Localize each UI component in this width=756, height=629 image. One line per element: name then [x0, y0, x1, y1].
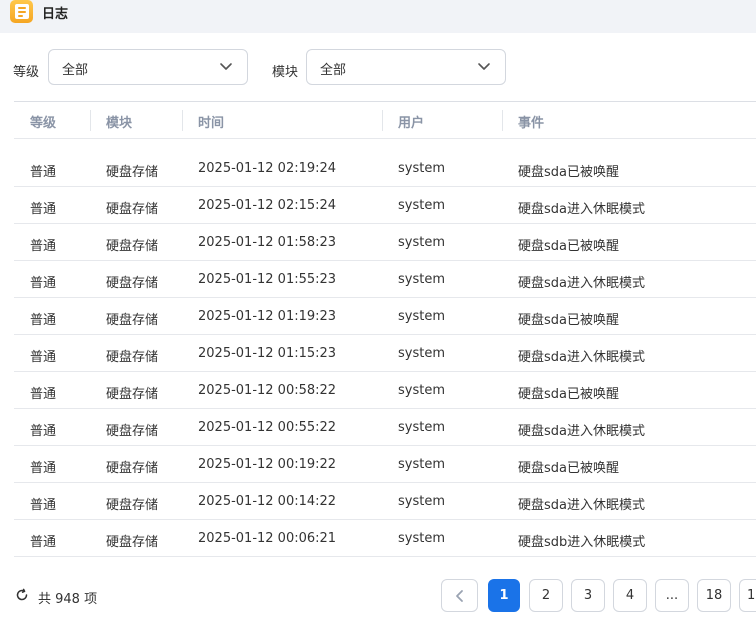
level-filter-value: 全部 — [62, 63, 89, 78]
cell-module: 硬盘存储 — [106, 535, 159, 550]
cell-event: 硬盘sda已被唤醒 — [518, 461, 619, 476]
cell-user: system — [398, 531, 445, 546]
page-button[interactable]: 4 — [613, 579, 647, 612]
cell-level: 普通 — [30, 276, 57, 291]
column-header-user[interactable]: 用户 — [398, 112, 424, 131]
table-row[interactable]: 普通 硬盘存储 2025-01-12 02:19:24 system 硬盘sda… — [14, 150, 756, 187]
chevron-down-icon — [478, 63, 490, 70]
column-header-event[interactable]: 事件 — [518, 112, 544, 131]
cell-module: 硬盘存储 — [106, 461, 159, 476]
table-row[interactable]: 普通 硬盘存储 2025-01-12 00:55:22 system 硬盘sda… — [14, 409, 756, 446]
cell-time: 2025-01-12 01:58:23 — [198, 235, 337, 250]
cell-user: system — [398, 161, 445, 176]
cell-user: system — [398, 272, 445, 287]
cell-module: 硬盘存储 — [106, 498, 159, 513]
table-row[interactable]: 普通 硬盘存储 2025-01-12 02:15:24 system 硬盘sda… — [14, 187, 756, 224]
cell-module: 硬盘存储 — [106, 313, 159, 328]
table-row[interactable]: 普通 硬盘存储 2025-01-12 00:06:21 system 硬盘sdb… — [14, 520, 756, 557]
cell-event: 硬盘sda已被唤醒 — [518, 313, 619, 328]
cell-level: 普通 — [30, 424, 57, 439]
cell-event: 硬盘sdb进入休眠模式 — [518, 535, 646, 550]
cell-module: 硬盘存储 — [106, 202, 159, 217]
page-button[interactable]: 2 — [529, 579, 563, 612]
cell-event: 硬盘sda已被唤醒 — [518, 165, 619, 180]
cell-user: system — [398, 235, 445, 250]
cell-module: 硬盘存储 — [106, 276, 159, 291]
cell-user: system — [398, 309, 445, 324]
column-resize-handle[interactable] — [382, 110, 383, 131]
prev-page-button[interactable] — [441, 579, 478, 612]
table-header: 等级 模块 时间 用户 事件 — [14, 102, 756, 139]
page-ellipsis[interactable]: ... — [655, 579, 689, 612]
level-filter-label: 等级 — [13, 65, 40, 80]
cell-level: 普通 — [30, 239, 57, 254]
cell-time: 2025-01-12 00:14:22 — [198, 494, 337, 509]
page-button[interactable]: 3 — [571, 579, 605, 612]
column-resize-handle[interactable] — [90, 110, 91, 131]
column-header-level[interactable]: 等级 — [30, 112, 56, 131]
module-filter-value: 全部 — [320, 63, 347, 78]
cell-module: 硬盘存储 — [106, 350, 159, 365]
column-resize-handle[interactable] — [502, 110, 503, 131]
page-button[interactable]: 18 — [697, 579, 731, 612]
cell-time: 2025-01-12 00:06:21 — [198, 531, 337, 546]
cell-time: 2025-01-12 00:58:22 — [198, 383, 337, 398]
cell-level: 普通 — [30, 498, 57, 513]
cell-level: 普通 — [30, 387, 57, 402]
cell-level: 普通 — [30, 313, 57, 328]
page-button-current[interactable]: 1 — [488, 579, 520, 612]
cell-event: 硬盘sda进入休眠模式 — [518, 202, 645, 217]
cell-module: 硬盘存储 — [106, 239, 159, 254]
cell-time: 2025-01-12 01:55:23 — [198, 272, 337, 287]
cell-module: 硬盘存储 — [106, 387, 159, 402]
table-row[interactable]: 普通 硬盘存储 2025-01-12 01:58:23 system 硬盘sda… — [14, 224, 756, 261]
column-header-module[interactable]: 模块 — [106, 112, 132, 131]
cell-event: 硬盘sda已被唤醒 — [518, 387, 619, 402]
cell-user: system — [398, 383, 445, 398]
refresh-icon[interactable] — [15, 588, 29, 602]
table-row[interactable]: 普通 硬盘存储 2025-01-12 00:14:22 system 硬盘sda… — [14, 483, 756, 520]
table-row[interactable]: 普通 硬盘存储 2025-01-12 00:58:22 system 硬盘sda… — [14, 372, 756, 409]
cell-user: system — [398, 198, 445, 213]
chevron-down-icon — [220, 63, 232, 70]
cell-module: 硬盘存储 — [106, 165, 159, 180]
cell-event: 硬盘sda进入休眠模式 — [518, 350, 645, 365]
cell-time: 2025-01-12 01:15:23 — [198, 346, 337, 361]
table-row[interactable]: 普通 硬盘存储 2025-01-12 01:15:23 system 硬盘sda… — [14, 335, 756, 372]
total-count: 共 948 项 — [38, 592, 98, 607]
cell-time: 2025-01-12 00:55:22 — [198, 420, 337, 435]
cell-module: 硬盘存储 — [106, 424, 159, 439]
cell-level: 普通 — [30, 535, 57, 550]
cell-user: system — [398, 494, 445, 509]
cell-user: system — [398, 457, 445, 472]
cell-level: 普通 — [30, 202, 57, 217]
chevron-left-icon — [455, 589, 463, 602]
cell-event: 硬盘sda已被唤醒 — [518, 239, 619, 254]
cell-level: 普通 — [30, 461, 57, 476]
table-row[interactable]: 普通 硬盘存储 2025-01-12 01:55:23 system 硬盘sda… — [14, 261, 756, 298]
cell-level: 普通 — [30, 350, 57, 365]
cell-time: 2025-01-12 00:19:22 — [198, 457, 337, 472]
title-bar: 日志 — [0, 0, 756, 33]
cell-time: 2025-01-12 02:15:24 — [198, 198, 337, 213]
log-app-icon — [10, 0, 33, 23]
table-row[interactable]: 普通 硬盘存储 2025-01-12 00:19:22 system 硬盘sda… — [14, 446, 756, 483]
cell-event: 硬盘sda进入休眠模式 — [518, 498, 645, 513]
column-header-time[interactable]: 时间 — [198, 112, 224, 131]
cell-user: system — [398, 346, 445, 361]
cell-user: system — [398, 420, 445, 435]
cell-level: 普通 — [30, 165, 57, 180]
module-filter-label: 模块 — [272, 65, 299, 80]
page-button[interactable]: 1 — [739, 579, 756, 612]
cell-event: 硬盘sda进入休眠模式 — [518, 424, 645, 439]
cell-time: 2025-01-12 02:19:24 — [198, 161, 337, 176]
table-row[interactable]: 普通 硬盘存储 2025-01-12 01:19:23 system 硬盘sda… — [14, 298, 756, 335]
window-title: 日志 — [42, 7, 69, 22]
cell-time: 2025-01-12 01:19:23 — [198, 309, 337, 324]
column-resize-handle[interactable] — [182, 110, 183, 131]
level-filter-select[interactable]: 全部 — [48, 49, 248, 85]
module-filter-select[interactable]: 全部 — [306, 49, 506, 85]
cell-event: 硬盘sda进入休眠模式 — [518, 276, 645, 291]
